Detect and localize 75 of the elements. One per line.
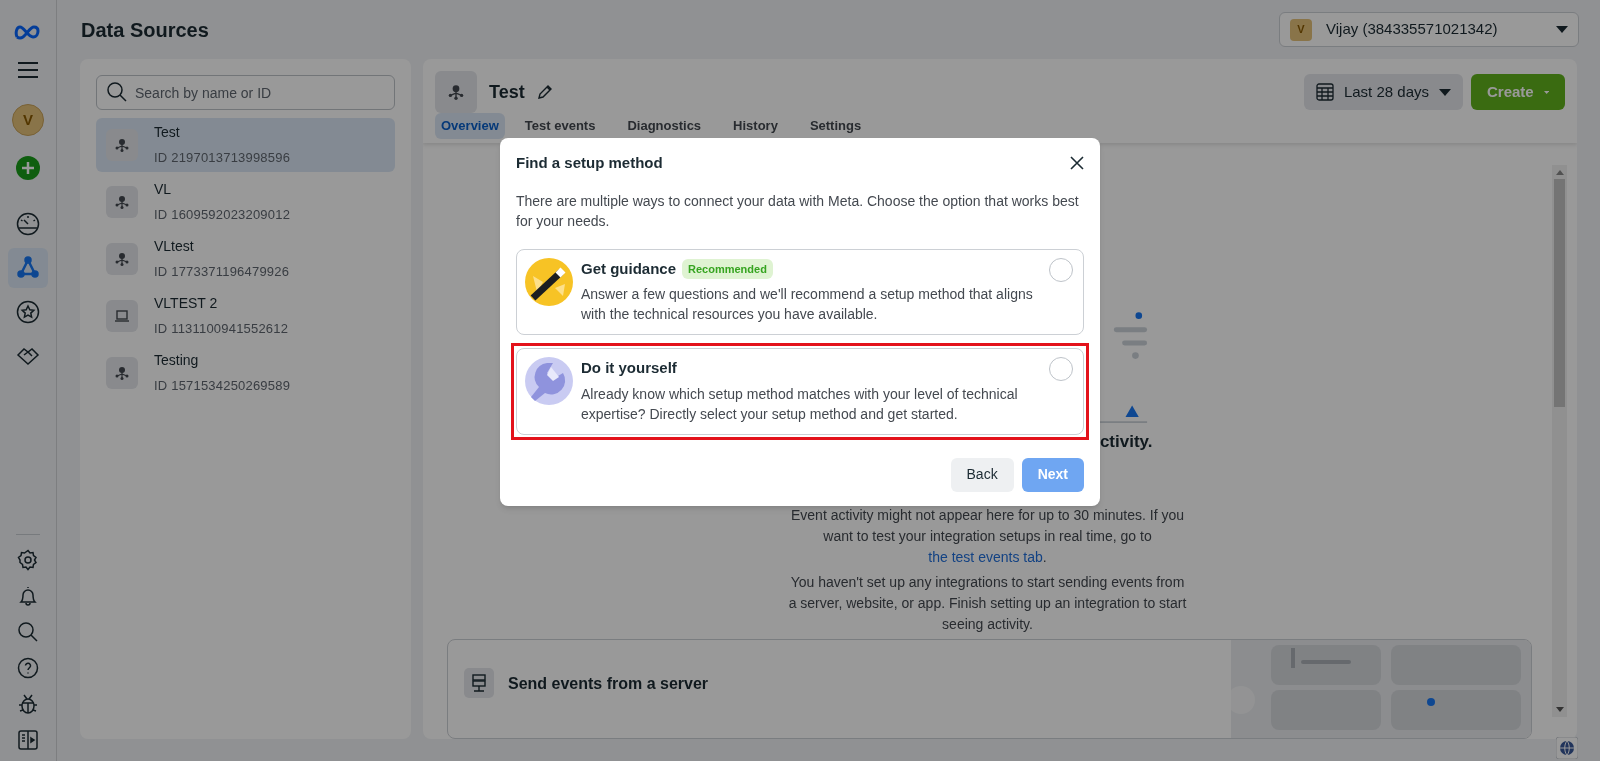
source-id: ID 1773371196479926 [154, 263, 290, 282]
calendar-icon [1315, 83, 1334, 101]
settings-icon[interactable] [17, 549, 39, 571]
date-range-dropdown[interactable]: Last 28 days [1303, 74, 1463, 110]
source-id: ID 2197013713998596 [154, 149, 291, 168]
source-name: VL [154, 180, 173, 200]
pixel-icon [114, 365, 130, 381]
laptop-icon [114, 308, 130, 324]
pixel-icon [114, 251, 130, 267]
card-title: Send events from a server [508, 673, 709, 694]
source-id: ID 1571534250269589 [154, 377, 291, 396]
source-title: Test [489, 80, 525, 104]
source-name: VLtest [154, 237, 195, 257]
scroll-down-icon[interactable] [1555, 707, 1564, 713]
panel-toggle-icon[interactable] [17, 729, 39, 751]
source-item[interactable]: VL ID 1609592023209012 [96, 175, 395, 229]
network-icon[interactable] [16, 256, 40, 280]
tab[interactable]: Overview [435, 113, 505, 139]
page-title: Data Sources [80, 17, 209, 43]
pixel-icon [114, 194, 130, 210]
tab[interactable]: Settings [803, 113, 868, 139]
account-dropdown[interactable]: V Vijay (384335571021342) [1279, 12, 1579, 47]
scroll-up-icon[interactable] [1555, 169, 1564, 175]
search-field[interactable]: Search by name or ID [96, 75, 395, 110]
search-icon [106, 81, 128, 103]
caret-icon [1543, 88, 1549, 96]
search-icon[interactable] [17, 621, 39, 643]
account-avatar: V [1290, 18, 1312, 41]
help-icon[interactable] [17, 657, 39, 679]
pencil-icon[interactable] [536, 84, 553, 100]
bell-icon[interactable] [17, 585, 39, 607]
source-id: ID 1131100941552612 [154, 320, 289, 339]
menu-icon[interactable] [18, 62, 38, 78]
server-icon [464, 667, 494, 698]
source-item[interactable]: Testing ID 1571534250269589 [96, 346, 395, 400]
source-name: VLTEST 2 [154, 294, 219, 314]
nav-item[interactable] [8, 248, 48, 288]
wrench-icon [525, 357, 573, 405]
source-name: Test [154, 123, 181, 143]
setup-option[interactable]: Get guidance Recommended Answer a few questions and we'll recommend a setup method that aligns with the technical resources you have available. [516, 248, 1084, 335]
bug-icon[interactable] [17, 693, 39, 715]
dialog-title: Find a setup method [516, 153, 663, 173]
source-name: Testing [154, 351, 200, 371]
add-icon[interactable] [16, 156, 40, 180]
dialog-description: There are multiple ways to connect your data with Meta. Choose the option that works best for your needs. [516, 191, 1080, 231]
back-button[interactable]: Back [950, 457, 1014, 492]
source-id: ID 1609592023209012 [154, 206, 291, 225]
empty-state-text: Event activity might not appear here for up to 30 minutes. If you want to test your integration setups in real time, go to the test events tab. [790, 505, 1185, 567]
option-description: Answer a few questions and we'll recommend a setup method that aligns with the technical resources you have available. [581, 285, 1034, 324]
close-icon[interactable] [1070, 156, 1084, 171]
caret-icon [1439, 88, 1451, 96]
option-title: Do it yourself [581, 358, 677, 378]
scrollbar[interactable] [1552, 165, 1567, 717]
empty-state-text: You haven't set up any integrations to start sending events from a server, website, or app. Finish setting up an integration to start seeing activity. [787, 572, 1188, 634]
account-name: Vijay (384335571021342) [1326, 19, 1499, 40]
source-item[interactable]: VLTEST 2 ID 1131100941552612 [96, 289, 395, 343]
gauge-icon[interactable] [16, 212, 40, 236]
test-events-link[interactable]: the test events tab [928, 548, 1043, 565]
recommended-badge: Recommended [682, 258, 773, 279]
tab[interactable]: Diagnostics [621, 113, 708, 139]
source-item[interactable]: Test ID 2197013713998596 [96, 118, 395, 172]
pixel-icon [435, 71, 477, 113]
scroll-thumb[interactable] [1554, 179, 1565, 407]
caret-icon [1556, 26, 1568, 33]
option-title: Get guidance [581, 258, 677, 279]
source-item[interactable]: VLtest ID 1773371196479926 [96, 232, 395, 286]
empty-state-heading: ctivity. [1099, 431, 1153, 454]
wand-icon [525, 257, 573, 306]
meta-logo[interactable] [14, 24, 42, 40]
tab[interactable]: History [727, 113, 784, 139]
option-description: Already know which setup method matches with your level of technical expertise? Directly select your setup method and get started. [581, 384, 1019, 424]
tab[interactable]: Test events [518, 113, 602, 139]
globe-icon[interactable] [1556, 737, 1578, 759]
pixel-icon [114, 137, 130, 153]
setup-option[interactable]: Do it yourself Already know which setup method matches with your level of technical expertise? Directly select your setup method and get started. [516, 348, 1084, 435]
